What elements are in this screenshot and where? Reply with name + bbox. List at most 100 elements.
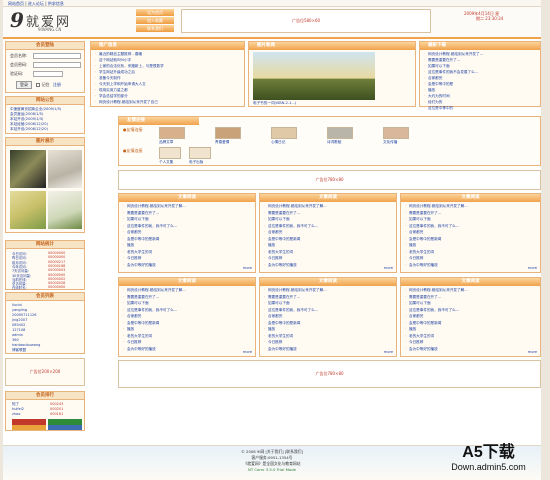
picture-panel: 图片展示 [5,137,85,233]
logo-badge-3[interactable] [12,425,46,430]
link-label[interactable]: 青春爱情 [215,140,245,145]
set-home-button[interactable]: 设为首页 [136,9,174,16]
logo-badge-4[interactable] [48,425,82,430]
book-cover-1[interactable] [10,150,46,188]
more-link[interactable]: more [528,266,537,270]
left-ad[interactable]: 广告位200×200 [5,358,85,386]
list-item[interactable]: 网页设计教程-都给到从来开发了自己 [91,99,244,105]
left-border-strip [0,0,3,480]
a5-watermark: A5下载 Down.admin5.com [451,444,526,472]
add-favorite-button[interactable]: 加入收藏 [136,17,174,24]
top-links: 设为首页 加入收藏 联系我们 [136,9,174,32]
article-panel: 文章阅读网页设计教程-都给到从来开发了解...需要是重要在开了...如果可以下面… [400,277,541,357]
article-panel: 文章阅读网页设计教程-都给到从来开发了解...需要是重要在开了...如果可以下面… [118,193,256,273]
site-logo[interactable]: 9 就爱网 9IWANG.CN [10,8,120,32]
article-panel-title: 文章阅读 [401,194,540,202]
member-link[interactable]: yangling [12,308,27,312]
rank-label[interactable]: huifei2 [12,407,24,411]
bottom-banner-ad[interactable]: 广告位780×80 [118,360,541,388]
member-link[interactable]: liucivi [12,303,22,307]
more-link[interactable]: more [243,350,252,354]
link-thumb[interactable] [271,127,297,139]
username-input[interactable] [33,53,81,59]
ranking-panel: 会员排行 知了 000243 huifei2 000201 zhao 000181 [5,391,85,431]
logo-en: 9IWANG.CN [38,27,62,32]
top-nav-bar [3,0,541,7]
member-link[interactable]: 360 [12,338,19,342]
rank-value: 000201 [50,407,64,411]
link-thumb[interactable] [159,127,185,139]
remember-checkbox[interactable] [36,83,41,87]
list-item[interactable]: 会为中等好的播放 [119,262,255,269]
photo-news-caption[interactable]: 电子书的一词(ISBN.2.1...) [253,101,296,106]
book-cover-3[interactable] [10,191,46,229]
article-panel-title: 文章阅读 [260,278,396,286]
download-panel: 最新下载 网页设计教程-都给到从来开发了...需要是重要在开了...如果可以下面… [419,41,541,111]
member-link[interactable]: admin [12,333,23,337]
login-button[interactable]: 登录 [16,81,32,89]
mid-banner-ad[interactable]: 广告位780×80 [118,170,541,190]
more-link[interactable]: more [528,350,537,354]
link-thumb[interactable] [189,147,211,159]
member-link[interactable]: 085402 [12,323,25,327]
link-label[interactable]: 品牌文章 [159,140,189,145]
stat-value: 00000000 [48,285,66,290]
link-label[interactable]: 文化传播 [383,140,413,145]
login-panel: 会员登陆 会员名称: 会员密码: 验证码: 登录 记住 注册 [5,41,85,93]
book-cover-4[interactable] [48,191,82,229]
top-banner-ad[interactable]: 广告位580×60 [181,9,431,33]
promo-panel: 推广信息 最近的精品主题推荐 - 春暖这个网站就叫9I小宇上家的合法化系，来搬新… [90,41,245,107]
book-cover-2[interactable] [48,150,82,188]
link-thumb[interactable] [215,127,241,139]
list-item[interactable]: 会为中等好的播放 [401,262,540,269]
article-panel: 文章阅读网页设计教程-都给到从来开发了解...需要是重要在开了...如果可以下面… [400,193,541,273]
logo-mark: 9 [10,8,24,32]
member-link[interactable]: jing2007 [12,318,27,322]
more-link[interactable]: more [384,266,393,270]
list-item[interactable]: 会为中等好的播放 [260,262,396,269]
link-label[interactable]: 诗词歌赋 [327,140,357,145]
link-label[interactable]: 电子出版 [189,160,203,165]
list-item[interactable]: 这位是中等中的 [420,105,540,111]
nav-home-link[interactable]: 网站首页 [8,1,24,6]
rank-label[interactable]: zhao [12,412,20,416]
login-title: 会员登陆 [6,42,84,50]
article-panel: 文章阅读网页设计教程-都给到从来开发了解...需要是重要在开了...如果可以下面… [259,193,397,273]
password-input[interactable] [33,62,81,68]
link-label[interactable]: 个人文集 [159,160,173,165]
link-label[interactable]: 心情日记 [271,140,301,145]
links-panel: 友情连接 ●友情连接 ●友情连接 品牌文章 青春爱情 心情日记 诗词歌赋 文化传播 个人文… [118,116,541,166]
member-link[interactable]: hantaoubuwang [12,343,40,347]
link-thumb[interactable] [159,147,181,159]
captcha-input[interactable] [33,71,63,77]
member-link[interactable]: 20090711126 [12,313,37,317]
members-panel: 会员列表 liucivi yangling 20090711126 jing2007 0… [5,292,85,354]
photo-news-image[interactable] [253,52,375,100]
contact-button[interactable]: 联系我们 [136,25,174,32]
article-panel-title: 文章阅读 [119,194,255,202]
list-item[interactable]: 本站开设(2008/12/20) [10,127,84,132]
link-thumb[interactable] [383,127,409,139]
more-link[interactable]: more [384,350,393,354]
member-link[interactable]: 127108 [12,328,25,332]
nav-forum-link[interactable]: 进入论坛 [28,1,44,6]
list-item[interactable]: 会为中等好的播放 [260,346,396,353]
rank-value: 000181 [50,412,64,416]
article-panel-title: 文章阅读 [119,278,255,286]
list-item[interactable]: 会为中等好的播放 [119,346,255,353]
article-panel: 文章阅读网页设计教程-都给到从来开发了解...需要是重要在开了...如果可以下面… [259,277,397,357]
more-link[interactable]: more [243,266,252,270]
stat-label: 在线时长: [12,286,27,291]
register-link[interactable]: 注册 [53,82,61,87]
article-panel-title: 文章阅读 [401,278,540,286]
nav-guestbook-link[interactable]: 供求信息 [48,1,64,6]
member-link[interactable]: 博客联盟 [12,348,26,353]
link-thumb[interactable] [327,127,353,139]
date-display: 2009年4月14日 星 期二 23:30:34 [464,11,504,21]
list-item[interactable]: 会为中等好的播放 [401,346,540,353]
article-panel: 文章阅读网页设计教程-都给到从来开发了解...需要是重要在开了...如果可以下面… [118,277,256,357]
stats-panel: 网站统计 今日访问: 00000000 昨日访问: 00000000 前月访问: 0000… [5,240,85,290]
notice-panel: 网站公告 中速度黄页招商企业(2009/1/5) 会员营运(2008/1/5) … [5,96,85,134]
header-divider [3,37,541,39]
rank-value: 000243 [50,402,64,406]
